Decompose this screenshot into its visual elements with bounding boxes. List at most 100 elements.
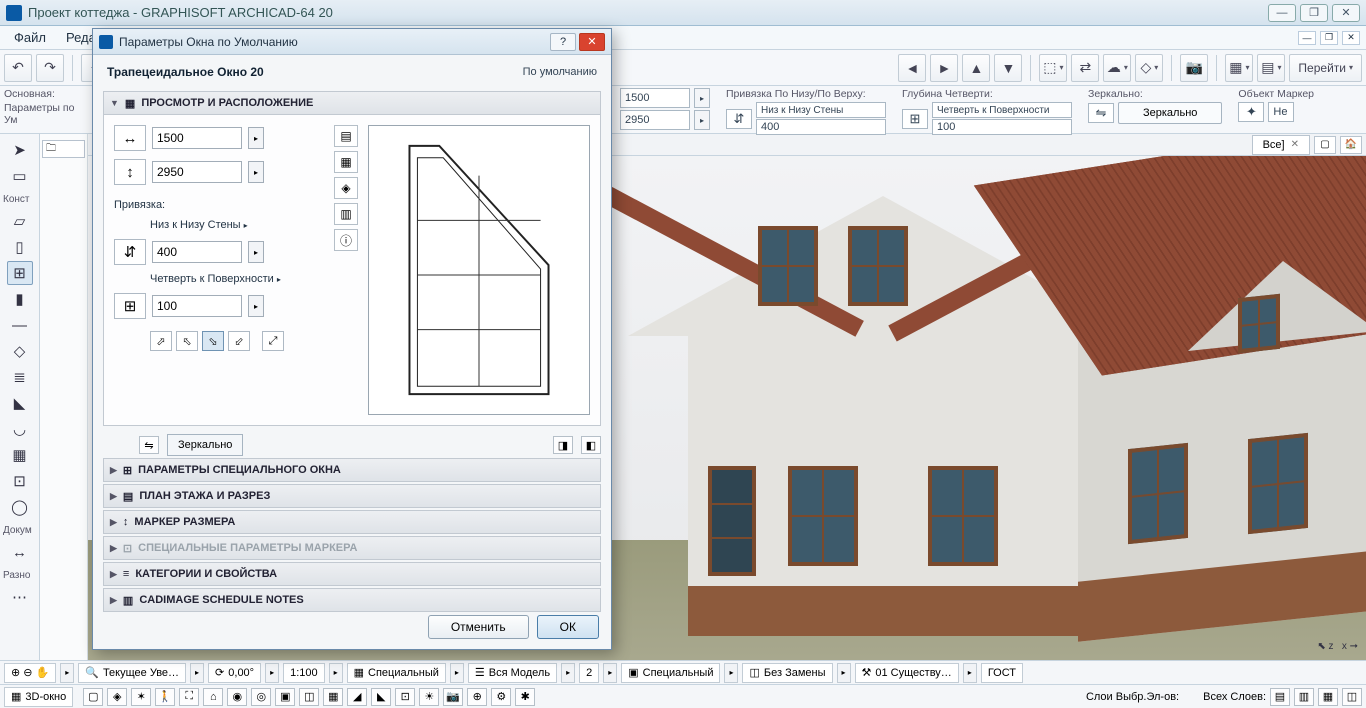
layout-button[interactable]: ▤▾ [1257, 54, 1285, 82]
qt3[interactable]: ✶ [131, 688, 151, 706]
undo-button[interactable]: ↶ [4, 54, 32, 82]
section-marker-header[interactable]: ▶↕МАРКЕР РАЗМЕРА [103, 510, 601, 534]
qt8[interactable]: ◎ [251, 688, 271, 706]
anchor-tri[interactable]: ▸ [248, 241, 264, 263]
nav-up[interactable]: ▲ [962, 54, 990, 82]
reveal-icon[interactable]: ⊞ [902, 109, 928, 129]
qt5[interactable]: ⛶ [179, 688, 199, 706]
anchor-opt-2[interactable]: ⬁ [176, 331, 198, 351]
door-tool[interactable]: ▯ [7, 235, 33, 259]
zoom-tools[interactable]: ⊕ ⊖ ✋ [4, 663, 56, 683]
doc-min-button[interactable]: — [1298, 31, 1316, 45]
qt4[interactable]: 🚶 [155, 688, 175, 706]
status-special1[interactable]: ▦ Специальный [347, 663, 446, 683]
dim-tool[interactable]: ↔ [7, 540, 33, 564]
reveal-mode[interactable]: Четверть к Поверхности [932, 102, 1072, 118]
dialog-help-button[interactable]: ? [550, 33, 576, 51]
reveal-tri[interactable]: ▸ [248, 295, 264, 317]
section-cat-header[interactable]: ▶≡КАТЕГОРИИ И СВОЙСТВА [103, 562, 601, 586]
maximize-button[interactable]: ❐ [1300, 4, 1328, 22]
morph-tool[interactable]: ◯ [7, 495, 33, 519]
qt15[interactable]: ☀ [419, 688, 439, 706]
sb-a7[interactable]: ▸ [603, 663, 617, 683]
marker-icon[interactable]: ✦ [1238, 102, 1264, 122]
anchor-opt-5[interactable]: ⤢ [262, 331, 284, 351]
section-special-header[interactable]: ▶⊞ПАРАМЕТРЫ СПЕЦИАЛЬНОГО ОКНА [103, 458, 601, 482]
pv-sect[interactable]: ▥ [334, 203, 358, 225]
minimize-button[interactable]: — [1268, 4, 1296, 22]
sb-a8[interactable]: ▸ [724, 663, 738, 683]
group-button[interactable]: ⬚▾ [1039, 54, 1067, 82]
nav-node[interactable]: 🗀 [42, 140, 85, 158]
qt1[interactable]: ▢ [83, 688, 103, 706]
sb-a2[interactable]: ▸ [190, 663, 204, 683]
close-button[interactable]: ✕ [1332, 4, 1360, 22]
tab-all[interactable]: Все]✕ [1252, 135, 1310, 155]
redo-button[interactable]: ↷ [36, 54, 64, 82]
dialog-anchor-input[interactable] [152, 241, 242, 263]
sb-a9[interactable]: ▸ [837, 663, 851, 683]
qt7[interactable]: ◉ [227, 688, 247, 706]
mirror-button[interactable]: Зеркально [1118, 102, 1222, 124]
wall-tool[interactable]: ▱ [7, 209, 33, 233]
status-special2[interactable]: ▣ Специальный [621, 663, 720, 683]
marker-cut[interactable]: Не [1268, 102, 1294, 122]
qt14[interactable]: ⊡ [395, 688, 415, 706]
anchor-opt-1[interactable]: ⬀ [150, 331, 172, 351]
height-more[interactable]: ▸ [694, 110, 710, 130]
menu-file[interactable]: Файл [6, 28, 54, 47]
view3d-button[interactable]: ▦▾ [1225, 54, 1253, 82]
qt11[interactable]: ▦ [323, 688, 343, 706]
zoom-label[interactable]: 🔍 Текущее Уве… [78, 663, 186, 683]
qt18[interactable]: ⚙ [491, 688, 511, 706]
qt17[interactable]: ⊕ [467, 688, 487, 706]
qt9[interactable]: ▣ [275, 688, 295, 706]
angle-field[interactable]: ⟳ 0,00° [208, 663, 261, 683]
camera-button[interactable]: 📷 [1180, 54, 1208, 82]
column-tool[interactable]: ▮ [7, 287, 33, 311]
pv-3d[interactable]: ◈ [334, 177, 358, 199]
view-mode[interactable]: ▦ 3D-окно [4, 687, 73, 707]
dialog-reveal-input[interactable] [152, 295, 242, 317]
mesh-tool[interactable]: ▦ [7, 443, 33, 467]
anchor-opt-4[interactable]: ⬃ [228, 331, 250, 351]
open-out-icon[interactable]: ◧ [581, 436, 601, 454]
dialog-anchor-mode[interactable]: Низ к Низу Стены ▸ [114, 219, 324, 231]
status-floor[interactable]: 2 [579, 663, 599, 683]
sb-a3[interactable]: ▸ [265, 663, 279, 683]
cloud-button[interactable]: ☁▾ [1103, 54, 1131, 82]
qt13[interactable]: ◣ [371, 688, 391, 706]
marquee-tool[interactable]: ▭ [7, 164, 33, 188]
sb-a10[interactable]: ▸ [963, 663, 977, 683]
pv-elev[interactable]: ▤ [334, 125, 358, 147]
arrow-tool[interactable]: ➤ [7, 138, 33, 162]
width-field[interactable]: 1500 [620, 88, 690, 108]
shape-button[interactable]: ◇▾ [1135, 54, 1163, 82]
qt16[interactable]: 📷 [443, 688, 463, 706]
sb-a4[interactable]: ▸ [329, 663, 343, 683]
sb-a6[interactable]: ▸ [561, 663, 575, 683]
section-preview-header[interactable]: ▼ ▦ ПРОСМОТР И РАСПОЛОЖЕНИЕ [103, 91, 601, 115]
qt19[interactable]: ✱ [515, 688, 535, 706]
sb-a5[interactable]: ▸ [450, 663, 464, 683]
roof-tool[interactable]: ◣ [7, 391, 33, 415]
dialog-close-button[interactable]: ✕ [579, 33, 605, 51]
doc-close-button[interactable]: ✕ [1342, 31, 1360, 45]
status-standard[interactable]: ГОСТ [981, 663, 1023, 683]
misc-tool[interactable]: ⋯ [7, 585, 33, 609]
dialog-reveal-mode[interactable]: Четверть к Поверхности ▸ [114, 273, 324, 285]
reveal-value[interactable]: 100 [932, 119, 1072, 135]
dialog-mirror-button[interactable]: Зеркально [167, 434, 243, 456]
beam-tool[interactable]: — [7, 313, 33, 337]
pv-info[interactable]: ⓘ [334, 229, 358, 251]
anchor-icon[interactable]: ⇵ [726, 109, 752, 129]
dialog-height-input[interactable] [152, 161, 242, 183]
section-plan-header[interactable]: ▶▤ПЛАН ЭТАЖА И РАЗРЕЗ [103, 484, 601, 508]
qt6[interactable]: ⌂ [203, 688, 223, 706]
pv-plan[interactable]: ▦ [334, 151, 358, 173]
anchor-value[interactable]: 400 [756, 119, 886, 135]
nav-fwd[interactable]: ► [930, 54, 958, 82]
qt2[interactable]: ◈ [107, 688, 127, 706]
stair-tool[interactable]: ≣ [7, 365, 33, 389]
doc-max-button[interactable]: ❐ [1320, 31, 1338, 45]
